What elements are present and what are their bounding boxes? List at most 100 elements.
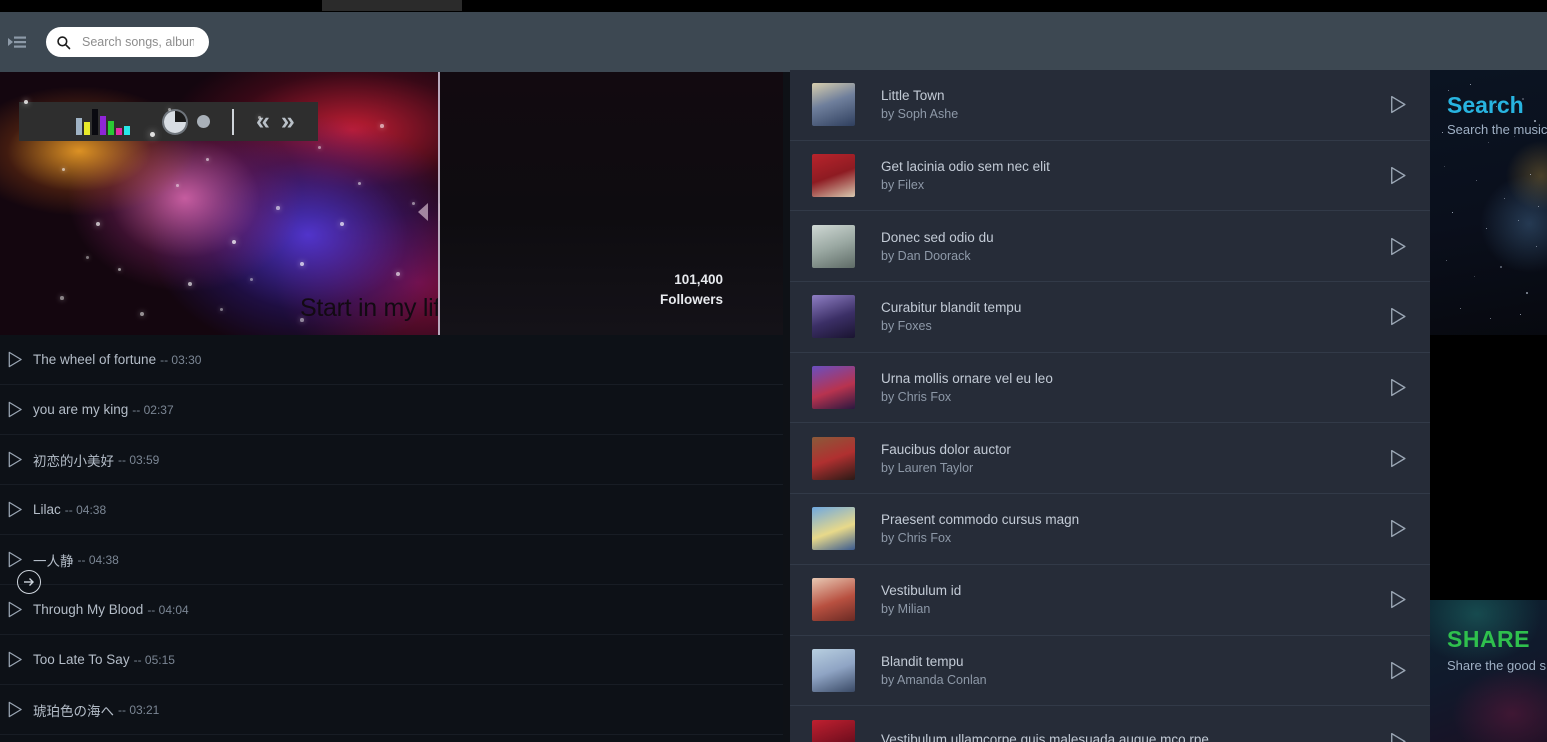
hero-album-art: « » Start in my life bbox=[0, 72, 440, 335]
song-row[interactable]: Get lacinia odio sem nec elit by Filex bbox=[790, 141, 1430, 212]
album-thumbnail bbox=[812, 83, 855, 127]
song-row[interactable]: Curabitur blandit tempu by Foxes bbox=[790, 282, 1430, 353]
song-row[interactable]: Donec sed odio du by Dan Doorack bbox=[790, 211, 1430, 283]
promo-share-subtitle: Share the good s bbox=[1447, 658, 1547, 673]
song-title: Urna mollis ornare vel eu leo bbox=[881, 371, 1053, 387]
hero-sparkle bbox=[60, 296, 64, 300]
play-triangle-icon[interactable] bbox=[1387, 377, 1408, 398]
play-triangle-icon[interactable] bbox=[1387, 165, 1408, 186]
song-title: Little Town bbox=[881, 88, 945, 104]
play-triangle-icon[interactable] bbox=[5, 650, 24, 669]
hero-sparkle bbox=[140, 312, 144, 316]
play-triangle-icon[interactable] bbox=[1387, 589, 1408, 610]
play-triangle-icon[interactable] bbox=[1387, 236, 1408, 257]
play-triangle-icon[interactable] bbox=[5, 350, 24, 369]
song-row[interactable]: Urna mollis ornare vel eu leo by Chris F… bbox=[790, 353, 1430, 424]
play-triangle-icon[interactable] bbox=[5, 700, 24, 719]
play-triangle-icon[interactable] bbox=[1387, 731, 1408, 742]
play-triangle-icon[interactable] bbox=[5, 500, 24, 519]
track-name: 初恋的小美好 bbox=[33, 453, 114, 469]
song-row[interactable]: Blandit tempu by Amanda Conlan bbox=[790, 636, 1430, 707]
app-root: « » Start in my life 101,400 Followers T… bbox=[0, 0, 1547, 742]
star bbox=[1536, 246, 1537, 247]
star bbox=[1490, 318, 1492, 320]
track-row[interactable]: you are my king -- 02:37 bbox=[0, 385, 783, 435]
song-artist: by Filex bbox=[881, 178, 925, 193]
promo-share-heading: SHARE bbox=[1447, 626, 1531, 652]
play-triangle-icon[interactable] bbox=[1387, 660, 1408, 681]
track-row[interactable]: 琥珀色の海へ -- 03:21 bbox=[0, 685, 783, 735]
song-title: Vestibulum ullamcorpe quis malesuada aug… bbox=[881, 731, 1209, 742]
track-row[interactable]: Through My Blood -- 04:04 bbox=[0, 585, 783, 635]
song-row[interactable]: Little Town by Soph Ashe bbox=[790, 70, 1430, 141]
song-title: Curabitur blandit tempu bbox=[881, 300, 1022, 316]
track-row[interactable]: The wheel of fortune -- 03:30 bbox=[0, 335, 783, 385]
track-row[interactable]: 一人静 -- 04:38 bbox=[0, 535, 783, 585]
star bbox=[1452, 212, 1453, 213]
hero-title: Start in my life bbox=[300, 294, 440, 322]
search-bar[interactable] bbox=[46, 27, 209, 57]
search-input[interactable] bbox=[82, 35, 194, 49]
track-row[interactable]: Lilac -- 04:38 bbox=[0, 485, 783, 535]
star bbox=[1460, 308, 1462, 310]
track-duration: -- 02:37 bbox=[132, 402, 174, 417]
promo-search-panel[interactable]: Search Search the music bbox=[1430, 70, 1547, 335]
pie-progress-icon[interactable] bbox=[164, 110, 186, 133]
star bbox=[1522, 98, 1524, 100]
track-row[interactable]: Too Late To Say -- 05:15 bbox=[0, 635, 783, 685]
caret-left-icon[interactable] bbox=[418, 203, 428, 221]
song-row[interactable]: Vestibulum ullamcorpe quis malesuada aug… bbox=[790, 706, 1430, 742]
song-meta: Urna mollis ornare vel eu leo by Chris F… bbox=[881, 371, 1387, 404]
followers-label: Followers bbox=[659, 292, 723, 307]
track-duration: -- 04:38 bbox=[64, 502, 107, 517]
play-triangle-icon[interactable] bbox=[1387, 306, 1408, 327]
promo-share-panel[interactable]: SHARE Share the good s bbox=[1430, 600, 1547, 742]
track-duration: -- 04:38 bbox=[77, 552, 119, 567]
star bbox=[1470, 84, 1471, 85]
song-row[interactable]: Vestibulum id by Milian bbox=[790, 565, 1430, 636]
song-title: Blandit tempu bbox=[881, 653, 964, 669]
star bbox=[1534, 120, 1536, 122]
arrow-right-circle-icon[interactable] bbox=[17, 570, 41, 594]
song-artist: by Chris Fox bbox=[881, 390, 952, 405]
song-title: Praesent commodo cursus magn bbox=[881, 512, 1080, 528]
star bbox=[1518, 220, 1520, 222]
hero-sparkle bbox=[276, 206, 280, 210]
song-meta: Curabitur blandit tempu by Foxes bbox=[881, 300, 1387, 333]
play-triangle-icon[interactable] bbox=[5, 550, 24, 569]
play-triangle-icon[interactable] bbox=[1387, 448, 1408, 469]
equalizer-bar-0 bbox=[76, 117, 82, 135]
equalizer-bar-2 bbox=[92, 108, 98, 135]
followers-count: 101,400 bbox=[674, 272, 723, 287]
star bbox=[1526, 292, 1528, 294]
track-row[interactable]: 初恋的小美好 -- 03:59 bbox=[0, 435, 783, 485]
track-duration: -- 03:59 bbox=[118, 452, 160, 467]
track-name: you are my king bbox=[33, 402, 129, 417]
song-title: Donec sed odio du bbox=[881, 229, 994, 245]
track-name: Lilac bbox=[33, 502, 61, 517]
play-triangle-icon[interactable] bbox=[5, 600, 24, 619]
browser-tab[interactable] bbox=[322, 0, 462, 11]
album-thumbnail bbox=[812, 719, 855, 742]
track-name: Through My Blood bbox=[33, 602, 144, 617]
hero-sparkle bbox=[232, 240, 237, 245]
track-duration: -- 03:21 bbox=[118, 702, 160, 717]
song-meta: Praesent commodo cursus magn by Chris Fo… bbox=[881, 512, 1387, 545]
star bbox=[1474, 276, 1476, 278]
equalizer-bar-6 bbox=[124, 125, 130, 135]
play-triangle-icon[interactable] bbox=[5, 400, 24, 419]
star bbox=[1446, 260, 1447, 261]
star bbox=[1488, 142, 1489, 143]
play-triangle-icon[interactable] bbox=[1387, 518, 1408, 539]
hero-sparkle bbox=[318, 146, 321, 149]
song-row[interactable]: Praesent commodo cursus magn by Chris Fo… bbox=[790, 494, 1430, 565]
play-triangle-icon[interactable] bbox=[1387, 94, 1408, 115]
prev-button[interactable]: « bbox=[256, 109, 270, 134]
album-thumbnail bbox=[812, 224, 855, 268]
dot-icon[interactable] bbox=[197, 115, 210, 128]
list-indent-icon[interactable] bbox=[7, 33, 27, 51]
next-button[interactable]: » bbox=[281, 109, 295, 134]
song-row[interactable]: Faucibus dolor auctor by Lauren Taylor bbox=[790, 423, 1430, 495]
play-triangle-icon[interactable] bbox=[5, 450, 24, 469]
promo-dark-panel bbox=[1430, 335, 1547, 600]
